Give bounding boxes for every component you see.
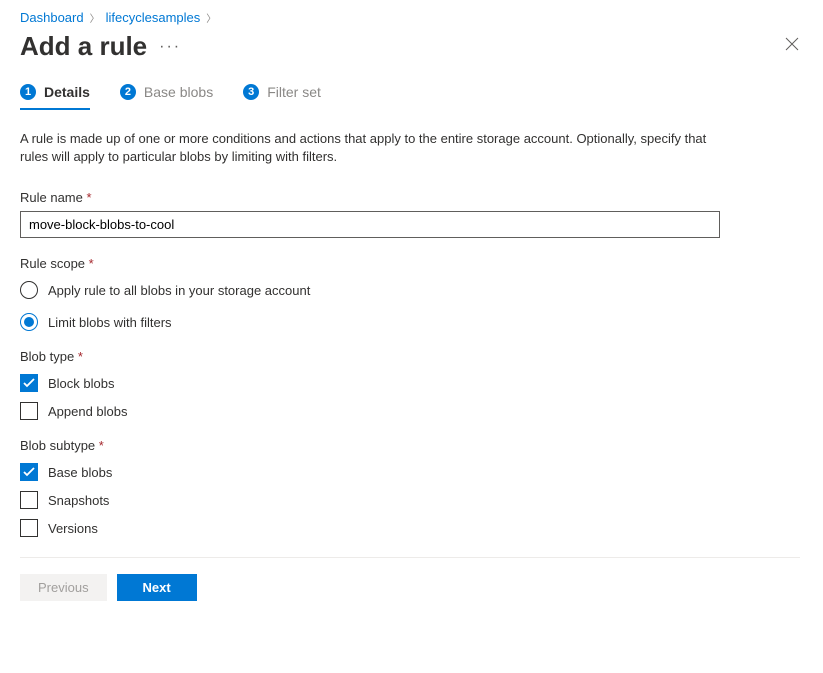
page-title: Add a rule — [20, 31, 147, 62]
chevron-right-icon: 〉 — [90, 10, 100, 25]
option-label: Limit blobs with filters — [48, 315, 172, 330]
more-icon[interactable]: ··· — [159, 38, 181, 56]
blob-subtype-option-versions[interactable]: Versions — [20, 519, 803, 537]
checkbox-icon — [20, 491, 38, 509]
rule-name-input[interactable] — [20, 211, 720, 238]
tab-base-blobs[interactable]: 2 Base blobs — [120, 84, 213, 110]
option-label: Apply rule to all blobs in your storage … — [48, 283, 310, 298]
tab-number: 1 — [20, 84, 36, 100]
blob-type-label: Blob type * — [20, 349, 803, 364]
rule-scope-field: Rule scope * Apply rule to all blobs in … — [20, 256, 803, 331]
page-description: A rule is made up of one or more conditi… — [20, 130, 720, 166]
rule-scope-option-all[interactable]: Apply rule to all blobs in your storage … — [20, 281, 803, 299]
tab-details[interactable]: 1 Details — [20, 84, 90, 110]
close-icon[interactable] — [781, 33, 803, 60]
tab-number: 3 — [243, 84, 259, 100]
tab-filter-set[interactable]: 3 Filter set — [243, 84, 321, 110]
breadcrumb-dashboard[interactable]: Dashboard — [20, 10, 84, 25]
button-row: Previous Next — [20, 574, 803, 601]
radio-icon — [20, 281, 38, 299]
blob-type-option-block[interactable]: Block blobs — [20, 374, 803, 392]
checkbox-icon — [20, 519, 38, 537]
option-label: Append blobs — [48, 404, 128, 419]
wizard-tabs: 1 Details 2 Base blobs 3 Filter set — [20, 84, 803, 110]
previous-button[interactable]: Previous — [20, 574, 107, 601]
blob-subtype-label: Blob subtype * — [20, 438, 803, 453]
tab-label: Filter set — [267, 84, 321, 100]
checkbox-icon — [20, 463, 38, 481]
breadcrumb-lifecyclesamples[interactable]: lifecyclesamples — [106, 10, 201, 25]
option-label: Snapshots — [48, 493, 109, 508]
blob-type-option-append[interactable]: Append blobs — [20, 402, 803, 420]
option-label: Versions — [48, 521, 98, 536]
blob-subtype-option-snapshots[interactable]: Snapshots — [20, 491, 803, 509]
rule-name-label: Rule name * — [20, 190, 803, 205]
rule-name-field: Rule name * — [20, 190, 803, 238]
blob-subtype-field: Blob subtype * Base blobs Snapshots Vers… — [20, 438, 803, 537]
rule-scope-label: Rule scope * — [20, 256, 803, 271]
next-button[interactable]: Next — [117, 574, 197, 601]
breadcrumb: Dashboard 〉 lifecyclesamples 〉 — [20, 10, 803, 25]
checkbox-icon — [20, 374, 38, 392]
tab-number: 2 — [120, 84, 136, 100]
title-row: Add a rule ··· — [20, 31, 803, 62]
divider — [20, 557, 800, 558]
chevron-right-icon: 〉 — [206, 10, 216, 25]
rule-scope-option-filter[interactable]: Limit blobs with filters — [20, 313, 803, 331]
option-label: Base blobs — [48, 465, 112, 480]
option-label: Block blobs — [48, 376, 114, 391]
checkbox-icon — [20, 402, 38, 420]
blob-subtype-option-base[interactable]: Base blobs — [20, 463, 803, 481]
radio-icon — [20, 313, 38, 331]
tab-label: Details — [44, 84, 90, 100]
tab-label: Base blobs — [144, 84, 213, 100]
blob-type-field: Blob type * Block blobs Append blobs — [20, 349, 803, 420]
